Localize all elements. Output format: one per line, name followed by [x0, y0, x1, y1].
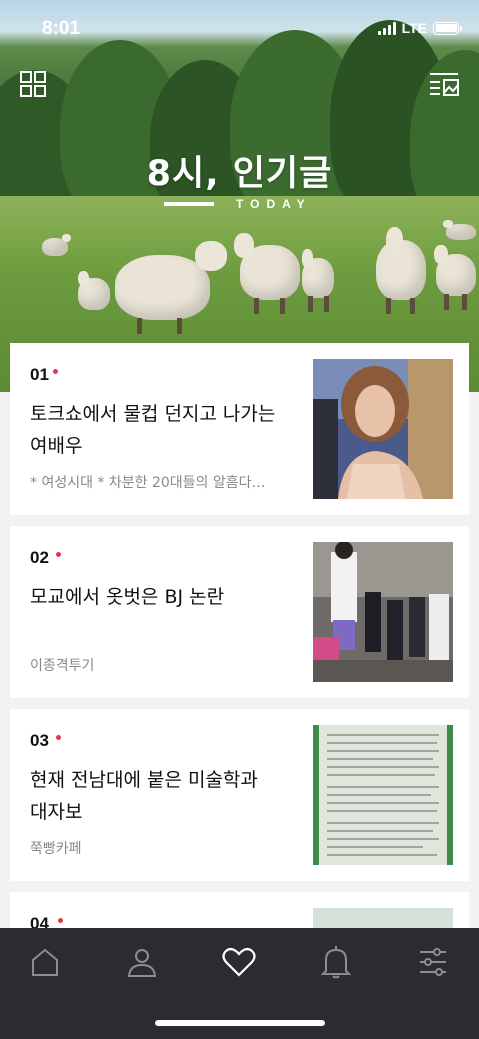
title-underline — [164, 202, 214, 206]
tab-home[interactable] — [25, 942, 65, 982]
post-source: 쭉빵카페 — [30, 841, 82, 857]
tab-favorites[interactable] — [219, 942, 259, 982]
sheep-image — [443, 220, 476, 240]
post-card[interactable]: 02 모교에서 옷벗은 BJ 논란 이종격투기 — [10, 526, 469, 698]
new-dot — [56, 735, 61, 740]
tab-notifications[interactable] — [316, 942, 356, 982]
new-dot — [53, 369, 58, 374]
post-rank: 01 — [30, 365, 49, 384]
status-time: 8:01 — [42, 18, 81, 39]
post-card[interactable]: 03 현재 전남대에 붙은 미술학과 대자보 쭉빵카페 — [10, 709, 469, 881]
list-image-icon — [430, 73, 459, 96]
post-thumbnail — [313, 359, 453, 499]
new-dot — [56, 552, 61, 557]
sheep-image — [115, 240, 228, 334]
menu-button[interactable] — [429, 71, 459, 97]
tab-bar — [0, 928, 479, 1039]
tab-settings[interactable] — [413, 942, 453, 982]
home-icon — [32, 948, 58, 976]
page-subtitle-wrap: TODAY — [164, 197, 312, 211]
settings-sliders-icon — [420, 948, 446, 976]
sheep-image — [42, 234, 71, 256]
post-title: 토크쇼에서 물컵 던지고 나가는 여배우 — [30, 403, 276, 457]
page-title: 8시, 인기글 — [146, 154, 333, 194]
home-indicator[interactable] — [155, 1020, 325, 1026]
sheep-image — [434, 244, 476, 310]
battery-icon — [433, 21, 462, 35]
post-rank: 03 — [30, 731, 49, 750]
network-label: LTE — [401, 20, 427, 36]
post-source: 이종격투기 — [30, 658, 95, 674]
status-bar: 8:01 LTE — [0, 0, 479, 60]
post-card[interactable]: 01 토크쇼에서 물컵 던지고 나가는 여배우 * 여성시대 * 차분한 20대… — [10, 343, 469, 515]
post-title: 현재 전남대에 붙은 미술학과 대자보 — [30, 769, 258, 823]
post-source: * 여성시대 * 차분한 20대들의 알흠다… — [30, 475, 266, 491]
status-indicators: LTE — [377, 20, 462, 36]
signal-icon — [377, 21, 396, 35]
grid-icon — [20, 71, 46, 97]
post-thumbnail — [313, 725, 453, 865]
post-thumbnail — [313, 542, 453, 682]
grid-button[interactable] — [19, 70, 47, 98]
sheep-image — [234, 232, 300, 314]
post-rank: 02 — [30, 548, 49, 567]
new-dot — [58, 918, 63, 923]
tab-profile[interactable] — [122, 942, 162, 982]
bell-icon — [320, 946, 352, 979]
profile-icon — [127, 949, 157, 977]
sheep-image — [302, 249, 334, 312]
post-title: 모교에서 옷벗은 BJ 논란 — [30, 586, 225, 608]
page-subtitle: TODAY — [236, 197, 312, 211]
sheep-image — [78, 270, 110, 310]
sheep-image — [376, 226, 426, 314]
heart-icon — [222, 947, 256, 977]
